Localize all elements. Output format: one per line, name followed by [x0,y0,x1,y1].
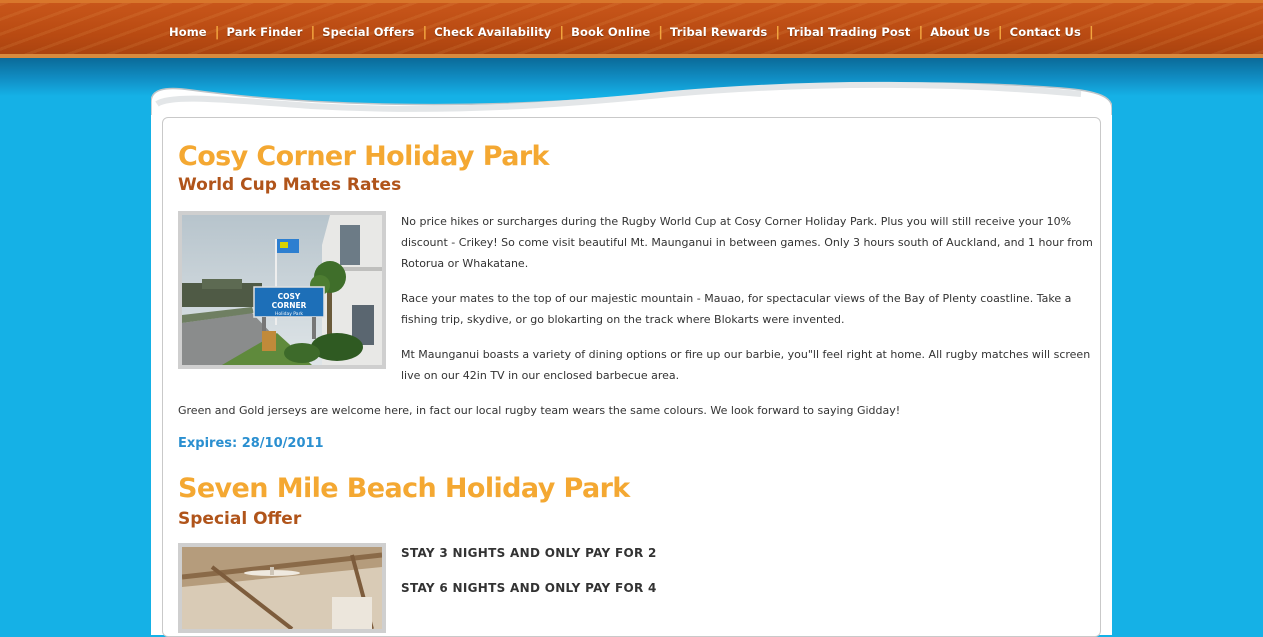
nav-separator: | [775,24,781,40]
offer-1-paragraph-4: Green and Gold jerseys are welcome here,… [178,404,901,417]
nav-item-tribal-trading-post: Tribal Trading Post | [787,25,930,40]
nav-separator: | [918,24,924,40]
offers-content: Cosy Corner Holiday Park World Cup Mates… [178,140,1100,196]
nav-link-about-us[interactable]: About Us [930,25,990,39]
offer-1-expires: Expires: 28/10/2011 [178,436,324,451]
nav-item-check-availability: Check Availability | [434,25,571,40]
sign-text-cosy: COSY [278,292,301,301]
nav-link-check-availability[interactable]: Check Availability [434,25,551,39]
nav-link-park-finder[interactable]: Park Finder [226,25,302,39]
nav-separator: | [310,24,316,40]
nav-link-contact-us[interactable]: Contact Us [1010,25,1081,39]
offer-2-line-2: STAY 6 NIGHTS AND ONLY PAY FOR 4 [401,581,657,595]
nav-item-about-us: About Us | [930,25,1009,40]
nav-link-special-offers[interactable]: Special Offers [322,25,414,39]
nav-link-tribal-trading-post[interactable]: Tribal Trading Post [787,25,910,39]
offer-1-paragraph-2: Race your mates to the top of our majest… [401,292,1072,326]
nav-item-tribal-rewards: Tribal Rewards | [670,25,787,40]
offer-1-title: Cosy Corner Holiday Park [178,141,550,172]
main-nav: Home | Park Finder | Special Offers | Check… [169,22,1101,42]
nav-item-contact-us: Contact Us | [1010,25,1101,40]
offer-1-paragraph-3: Mt Maunganui boasts a variety of dining … [401,348,1091,382]
cosy-corner-photo-art: COSY CORNER Holiday Park [182,215,382,365]
seven-mile-photo-art [182,547,382,629]
offer-1-subtitle: World Cup Mates Rates [178,175,402,195]
nav-separator: | [559,24,565,40]
nav-link-home[interactable]: Home [169,25,207,39]
nav-separator: | [422,24,428,40]
sign-text-holiday-park: Holiday Park [275,311,303,317]
nav-separator: | [658,24,664,40]
offer-1-photo: COSY CORNER Holiday Park [178,211,386,369]
offer-2-subtitle: Special Offer [178,509,302,529]
sign-text-corner: CORNER [272,301,307,310]
offer-2-line-1: STAY 3 NIGHTS AND ONLY PAY FOR 2 [401,546,657,560]
nav-item-book-online: Book Online | [571,25,670,40]
nav-link-book-online[interactable]: Book Online [571,25,650,39]
offer-2-title: Seven Mile Beach Holiday Park [178,473,630,504]
nav-separator: | [997,24,1003,40]
nav-item-special-offers: Special Offers | [322,25,434,40]
nav-separator: | [1088,24,1094,40]
nav-separator: | [214,24,220,40]
offer-1-paragraph-1: No price hikes or surcharges during the … [401,215,1093,270]
nav-item-park-finder: Park Finder | [226,25,322,40]
nav-item-home: Home | [169,25,226,40]
nav-link-tribal-rewards[interactable]: Tribal Rewards [670,25,767,39]
offer-2-photo [178,543,386,633]
